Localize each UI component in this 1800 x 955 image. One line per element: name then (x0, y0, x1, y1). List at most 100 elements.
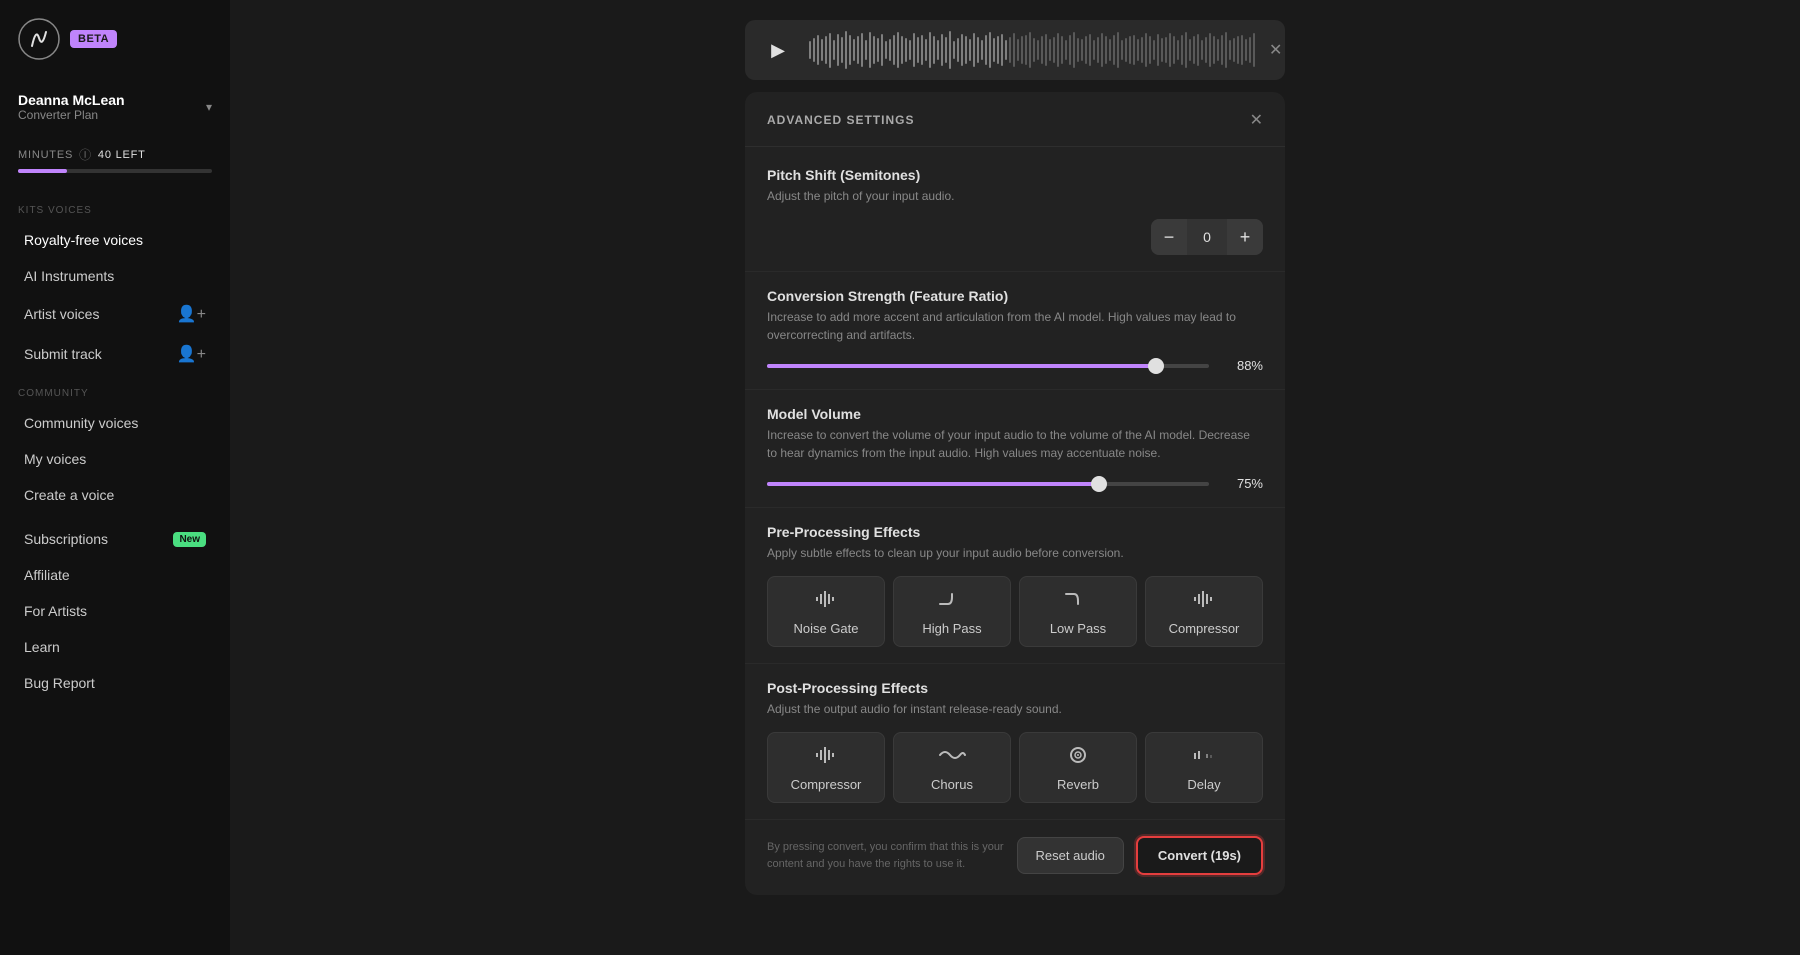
model-volume-value: 75% (1221, 476, 1263, 491)
sidebar-item-create-a-voice[interactable]: Create a voice (6, 477, 224, 513)
pitch-shift-label: Pitch Shift (Semitones) (767, 167, 1263, 183)
pitch-increment-button[interactable]: + (1227, 219, 1263, 255)
pre-processing-effects-grid: Noise Gate High Pass Low Pass (767, 576, 1263, 647)
advanced-settings-panel: ADVANCED SETTINGS ✕ Pitch Shift (Semiton… (745, 92, 1285, 895)
sidebar-item-label: My voices (24, 451, 86, 467)
high-pass-label: High Pass (922, 621, 981, 636)
community-section-label: COMMUNITY (0, 374, 230, 405)
post-processing-label: Post-Processing Effects (767, 680, 1263, 696)
pitch-decrement-button[interactable]: − (1151, 219, 1187, 255)
compressor-post-icon (814, 745, 838, 771)
sidebar-item-bug-report[interactable]: Bug Report (6, 665, 224, 701)
info-icon: ⓘ (79, 146, 92, 163)
pitch-shift-section: Pitch Shift (Semitones) Adjust the pitch… (745, 151, 1285, 272)
sidebar-item-for-artists[interactable]: For Artists (6, 593, 224, 629)
pitch-value: 0 (1187, 229, 1227, 245)
chorus-button[interactable]: Chorus (893, 732, 1011, 803)
compressor-pre-button[interactable]: Compressor (1145, 576, 1263, 647)
sidebar: BETA Deanna McLean Converter Plan ▾ MINU… (0, 0, 230, 955)
sidebar-item-submit-track[interactable]: Submit track 👤+ (6, 334, 224, 374)
model-volume-section: Model Volume Increase to convert the vol… (745, 390, 1285, 508)
sidebar-item-learn[interactable]: Learn (6, 629, 224, 665)
sidebar-item-label: Community voices (24, 415, 138, 431)
pre-processing-desc: Apply subtle effects to clean up your in… (767, 544, 1263, 562)
disclaimer-text: By pressing convert, you confirm that th… (767, 839, 1005, 872)
sidebar-item-my-voices[interactable]: My voices (6, 441, 224, 477)
low-pass-icon (1064, 589, 1092, 615)
model-volume-thumb[interactable] (1091, 476, 1107, 492)
compressor-pre-label: Compressor (1169, 621, 1240, 636)
app-logo (18, 18, 60, 60)
user-plan: Converter Plan (18, 108, 125, 122)
model-volume-slider[interactable] (767, 482, 1209, 486)
chorus-icon (938, 745, 966, 771)
sidebar-item-label: Artist voices (24, 306, 99, 322)
minutes-count: 40 left (98, 149, 146, 161)
sidebar-item-subscriptions[interactable]: Subscriptions New (6, 521, 224, 557)
add-person-icon-2: 👤+ (177, 344, 206, 364)
kits-voices-section-label: KITS VOICES (0, 191, 230, 222)
delay-label: Delay (1187, 777, 1220, 792)
user-name: Deanna McLean (18, 92, 125, 108)
new-badge: New (173, 532, 206, 547)
sidebar-item-label: Royalty-free voices (24, 232, 143, 248)
conversion-strength-label: Conversion Strength (Feature Ratio) (767, 288, 1263, 304)
advanced-settings-header: ADVANCED SETTINGS ✕ (745, 92, 1285, 147)
minutes-bar (18, 169, 212, 173)
sidebar-item-label: For Artists (24, 603, 87, 619)
post-processing-effects-grid: Compressor Chorus Reverb (767, 732, 1263, 803)
low-pass-label: Low Pass (1050, 621, 1106, 636)
reset-audio-button[interactable]: Reset audio (1017, 837, 1124, 874)
sidebar-item-label: Submit track (24, 346, 102, 362)
chevron-down-icon: ▾ (206, 100, 212, 114)
sidebar-item-affiliate[interactable]: Affiliate (6, 557, 224, 593)
advanced-settings-close-button[interactable]: ✕ (1250, 110, 1263, 130)
play-button[interactable]: ▶ (761, 33, 795, 67)
sidebar-item-label: Subscriptions (24, 531, 108, 547)
noise-gate-button[interactable]: Noise Gate (767, 576, 885, 647)
sidebar-item-label: Learn (24, 639, 60, 655)
conversion-strength-section: Conversion Strength (Feature Ratio) Incr… (745, 272, 1285, 390)
model-volume-desc: Increase to convert the volume of your i… (767, 426, 1263, 462)
high-pass-button[interactable]: High Pass (893, 576, 1011, 647)
reverb-icon (1066, 745, 1090, 771)
sidebar-item-label: Bug Report (24, 675, 95, 691)
pitch-shift-desc: Adjust the pitch of your input audio. (767, 187, 1263, 205)
sidebar-item-label: Create a voice (24, 487, 114, 503)
user-menu[interactable]: Deanna McLean Converter Plan ▾ (0, 80, 230, 138)
compressor-post-button[interactable]: Compressor (767, 732, 885, 803)
pre-processing-section: Pre-Processing Effects Apply subtle effe… (745, 508, 1285, 664)
advanced-settings-title: ADVANCED SETTINGS (767, 113, 914, 127)
sidebar-item-ai-instruments[interactable]: AI Instruments (6, 258, 224, 294)
reverb-label: Reverb (1057, 777, 1099, 792)
beta-badge: BETA (70, 30, 117, 48)
noise-gate-label: Noise Gate (793, 621, 858, 636)
reverb-button[interactable]: Reverb (1019, 732, 1137, 803)
add-person-icon: 👤+ (177, 304, 206, 324)
low-pass-button[interactable]: Low Pass (1019, 576, 1137, 647)
post-processing-section: Post-Processing Effects Adjust the outpu… (745, 664, 1285, 820)
sidebar-item-artist-voices[interactable]: Artist voices 👤+ (6, 294, 224, 334)
conversion-strength-desc: Increase to add more accent and articula… (767, 308, 1263, 344)
conversion-strength-slider[interactable] (767, 364, 1209, 368)
logo-area: BETA (0, 18, 230, 80)
sidebar-item-community-voices[interactable]: Community voices (6, 405, 224, 441)
audio-player: ▶ ✕ (745, 20, 1285, 80)
close-player-button[interactable]: ✕ (1269, 40, 1282, 60)
sidebar-item-label: Affiliate (24, 567, 70, 583)
bottom-actions: By pressing convert, you confirm that th… (745, 820, 1285, 879)
sidebar-item-label: AI Instruments (24, 268, 114, 284)
model-volume-label: Model Volume (767, 406, 1263, 422)
main-content: ▶ ✕ ADVANCED SETTINGS ✕ Pitch Shift (Sem… (230, 0, 1800, 955)
conversion-strength-thumb[interactable] (1148, 358, 1164, 374)
delay-button[interactable]: Delay (1145, 732, 1263, 803)
pre-processing-label: Pre-Processing Effects (767, 524, 1263, 540)
conversion-strength-value: 88% (1221, 358, 1263, 373)
delay-icon (1192, 745, 1216, 771)
convert-button[interactable]: Convert (19s) (1136, 836, 1263, 875)
compressor-pre-icon (1192, 589, 1216, 615)
waveform-display (809, 32, 1255, 68)
sidebar-item-royalty-free-voices[interactable]: Royalty-free voices (6, 222, 224, 258)
high-pass-icon (938, 589, 966, 615)
noise-gate-icon (814, 589, 838, 615)
